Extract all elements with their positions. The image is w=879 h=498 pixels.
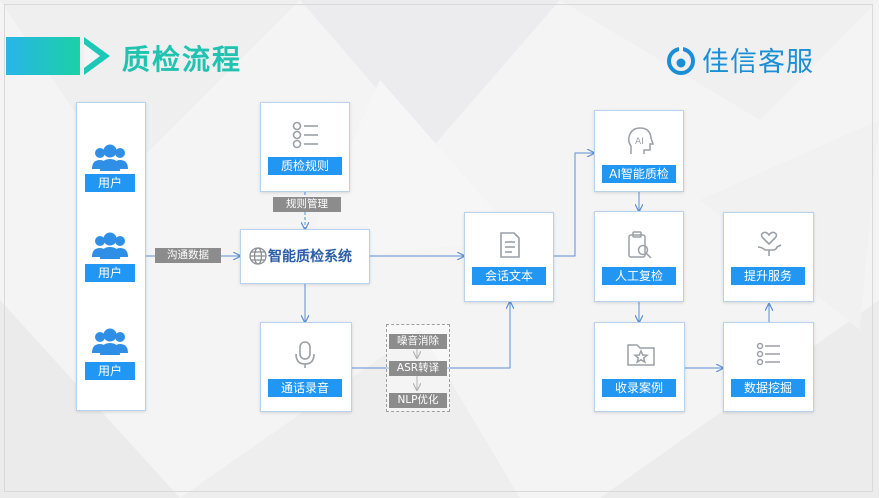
users-icon <box>92 328 128 355</box>
node-data-mining <box>723 322 814 412</box>
users-icon <box>92 144 128 171</box>
core-system-title: 智能质检系统 <box>268 249 352 265</box>
svg-text:AI: AI <box>635 137 644 147</box>
cases-label: 收录案例 <box>602 379 676 397</box>
data-mining-label: 数据挖掘 <box>731 379 805 397</box>
rules-label: 质检规则 <box>268 157 342 175</box>
user-label-1: 用户 <box>85 174 135 192</box>
process-step-nlp: NLP优化 <box>389 393 447 408</box>
search-document-icon <box>628 231 652 259</box>
edge-label-comm-data: 沟通数据 <box>155 248 221 263</box>
folder-star-icon <box>627 344 655 366</box>
process-step-asr: ASR转译 <box>389 361 447 376</box>
list-icon <box>756 342 780 366</box>
globe-icon <box>249 247 267 265</box>
list-icon <box>292 121 318 149</box>
user-label-3: 用户 <box>85 362 135 380</box>
node-cases <box>594 322 685 412</box>
ai-head-icon: AI <box>628 127 654 154</box>
process-step-noise: 噪音消除 <box>389 334 447 349</box>
service-label: 提升服务 <box>731 267 805 285</box>
user-label-2: 用户 <box>85 264 135 282</box>
session-text-label: 会话文本 <box>472 267 546 285</box>
microphone-icon <box>295 341 315 368</box>
edge-label-rule-mgmt: 规则管理 <box>273 197 341 212</box>
heart-hand-icon <box>757 231 782 256</box>
ai-qc-label: AI智能质检 <box>602 165 676 183</box>
node-service <box>723 212 814 302</box>
document-icon <box>500 232 520 258</box>
recording-label: 通话录音 <box>268 379 342 397</box>
manual-review-label: 人工复检 <box>602 267 676 285</box>
users-icon <box>92 232 128 259</box>
